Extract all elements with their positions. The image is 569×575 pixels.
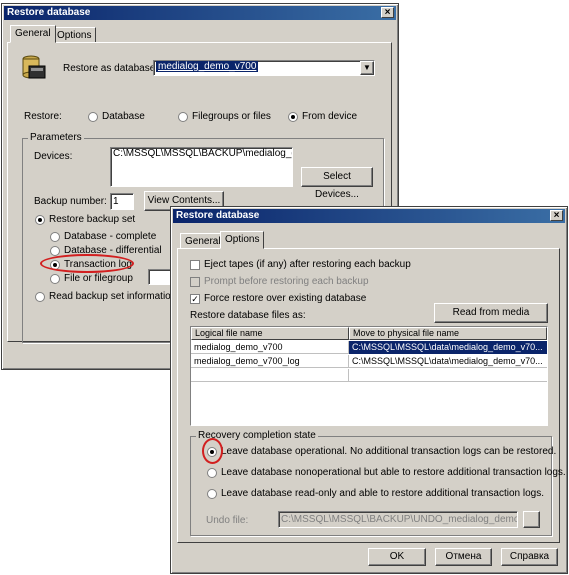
ok-button[interactable]: OK bbox=[368, 548, 426, 566]
set-complete-radio[interactable] bbox=[50, 232, 60, 242]
file-mapping-table[interactable]: Logical file name Move to physical file … bbox=[190, 326, 548, 426]
undo-browse-button[interactable] bbox=[523, 511, 540, 528]
front-tab-general[interactable]: General bbox=[180, 233, 226, 249]
set-differential-radio[interactable] bbox=[50, 246, 60, 256]
help-button[interactable]: Справка bbox=[501, 548, 558, 566]
recovery-readonly-radio[interactable] bbox=[207, 489, 217, 499]
operational-highlight bbox=[202, 438, 223, 464]
undo-file-label: Undo file: bbox=[206, 515, 249, 526]
set-file-filegroup-label: File or filegroup bbox=[64, 273, 133, 284]
back-title: Restore database bbox=[7, 7, 91, 18]
restore-as-label: Restore as database: bbox=[63, 63, 159, 74]
devices-label: Devices: bbox=[34, 151, 73, 162]
table-cell: C:\MSSQL\MSSQL\data\medialog_demo_v70... bbox=[349, 341, 547, 354]
restore-backup-set-radio[interactable] bbox=[35, 215, 45, 225]
recovery-operational-label: Leave database operational. No additiona… bbox=[221, 446, 557, 457]
restore-backup-set-label: Restore backup set bbox=[49, 214, 136, 225]
back-tab-options[interactable]: Options bbox=[52, 27, 97, 43]
restore-database-label: Database bbox=[102, 111, 145, 122]
table-header-physical[interactable]: Move to physical file name bbox=[349, 327, 547, 340]
cancel-button[interactable]: Отмена bbox=[435, 548, 492, 566]
restore-label: Restore: bbox=[24, 111, 62, 122]
front-restore-dialog: Restore database × General Options Eject… bbox=[170, 206, 568, 574]
recovery-nonoperational-radio[interactable] bbox=[207, 468, 217, 478]
database-icon bbox=[22, 55, 46, 79]
devices-value: C:\MSSQL\MSSQL\BACKUP\medialog_demo bbox=[113, 148, 292, 159]
restore-filegroups-radio[interactable] bbox=[178, 112, 188, 122]
read-backup-info-radio[interactable] bbox=[35, 292, 45, 302]
select-devices-button[interactable]: Select Devices... bbox=[301, 167, 373, 200]
prompt-before-label: Prompt before restoring each backup bbox=[204, 276, 369, 287]
front-title-bar: Restore database × bbox=[173, 209, 565, 223]
table-row[interactable]: medialog_demo_v700 C:\MSSQL\MSSQL\data\m… bbox=[191, 341, 547, 354]
restore-files-as-label: Restore database files as: bbox=[190, 310, 306, 321]
table-cell bbox=[191, 369, 349, 382]
undo-file-value: C:\MSSQL\MSSQL\BACKUP\UNDO_medialog_demo… bbox=[281, 514, 518, 525]
prompt-before-checkbox[interactable] bbox=[190, 277, 200, 287]
eject-tapes-checkbox[interactable] bbox=[190, 260, 200, 270]
restore-from-device-label: From device bbox=[302, 111, 358, 122]
backup-number-field[interactable]: 1 bbox=[110, 193, 134, 210]
set-file-filegroup-radio[interactable] bbox=[50, 274, 60, 284]
table-row[interactable]: medialog_demo_v700_log C:\MSSQL\MSSQL\da… bbox=[191, 355, 547, 368]
back-tab-general[interactable]: General bbox=[10, 25, 56, 43]
front-tab-options[interactable]: Options bbox=[220, 231, 265, 249]
restore-database-radio[interactable] bbox=[88, 112, 98, 122]
restore-filegroups-label: Filegroups or files bbox=[192, 111, 271, 122]
force-restore-checkbox[interactable]: ✓ bbox=[190, 294, 200, 304]
restore-as-value: medialog_demo_v700 bbox=[156, 61, 259, 72]
restore-from-device-radio[interactable] bbox=[288, 112, 298, 122]
parameters-label: Parameters bbox=[28, 132, 84, 143]
backup-number-label: Backup number: bbox=[34, 196, 107, 207]
force-restore-label: Force restore over existing database bbox=[204, 293, 367, 304]
front-close-button[interactable]: × bbox=[550, 210, 563, 221]
set-complete-label: Database - complete bbox=[64, 231, 157, 242]
table-header-logical[interactable]: Logical file name bbox=[191, 327, 349, 340]
back-close-button[interactable]: × bbox=[381, 7, 394, 18]
table-cell bbox=[349, 369, 547, 382]
table-cell: medialog_demo_v700_log bbox=[191, 355, 349, 368]
front-options-panel: Eject tapes (if any) after restoring eac… bbox=[177, 248, 566, 543]
eject-tapes-label: Eject tapes (if any) after restoring eac… bbox=[204, 259, 411, 270]
front-title: Restore database bbox=[176, 210, 260, 221]
recovery-nonoperational-label: Leave database nonoperational but able t… bbox=[221, 467, 566, 478]
recovery-readonly-label: Leave database read-only and able to res… bbox=[221, 488, 544, 499]
read-from-media-button[interactable]: Read from media bbox=[434, 303, 548, 323]
undo-file-field[interactable]: C:\MSSQL\MSSQL\BACKUP\UNDO_medialog_demo… bbox=[278, 511, 518, 528]
table-cell: medialog_demo_v700 bbox=[191, 341, 349, 354]
dropdown-arrow-icon[interactable]: ▼ bbox=[360, 61, 374, 75]
transaction-log-highlight bbox=[40, 254, 134, 273]
restore-as-dropdown[interactable]: medialog_demo_v700 ▼ bbox=[153, 60, 375, 76]
table-row[interactable] bbox=[191, 369, 547, 382]
table-cell: C:\MSSQL\MSSQL\data\medialog_demo_v70... bbox=[349, 355, 547, 368]
devices-list[interactable]: C:\MSSQL\MSSQL\BACKUP\medialog_demo bbox=[110, 147, 293, 187]
back-title-bar: Restore database × bbox=[4, 6, 396, 20]
backup-number-value: 1 bbox=[113, 196, 119, 207]
